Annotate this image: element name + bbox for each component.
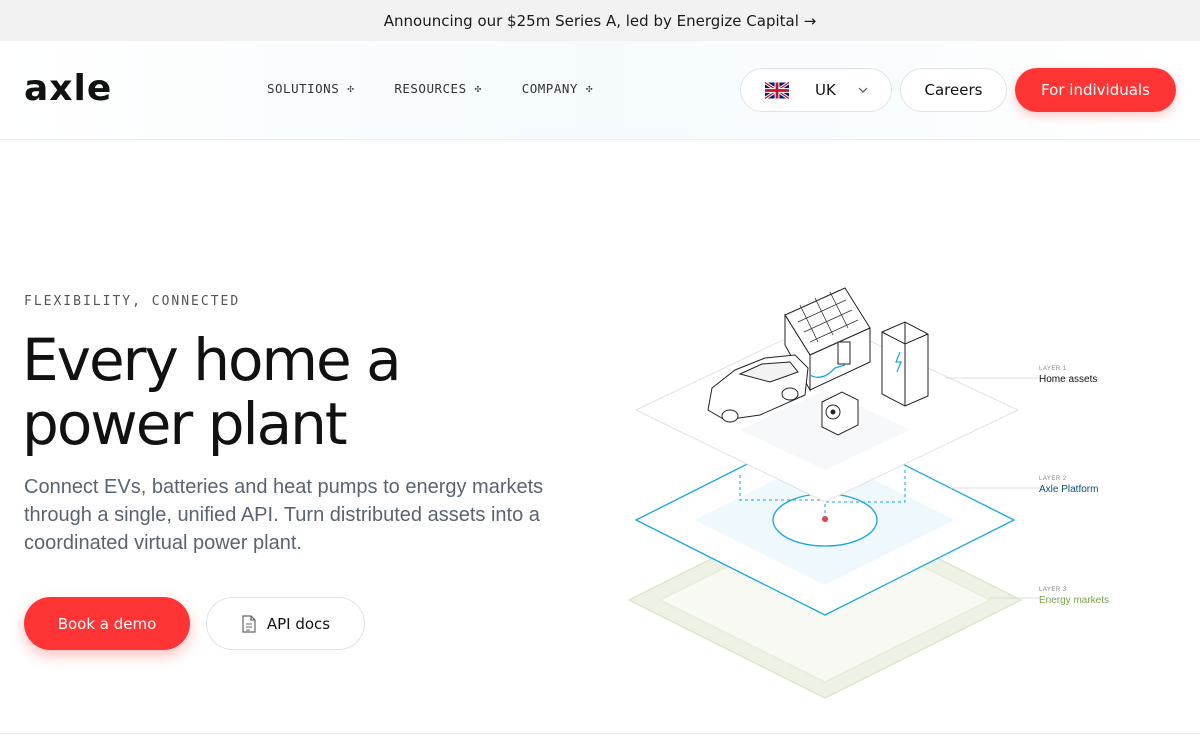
logo[interactable]: axle <box>24 67 112 111</box>
home-assets-layer <box>634 287 1020 503</box>
expand-icon: ✣ <box>347 82 355 95</box>
layer-name: Energy markets <box>1039 595 1110 606</box>
layer-tag: LAYER 1 <box>1039 366 1067 372</box>
country-selector[interactable]: UK <box>740 68 892 112</box>
section-divider <box>0 733 1200 734</box>
announcement-link[interactable]: Announcing our $25m Series A, led by Ene… <box>384 12 816 30</box>
api-docs-label: API docs <box>266 614 331 633</box>
for-individuals-button[interactable]: For individuals <box>1015 68 1176 112</box>
uk-flag-icon <box>765 81 789 99</box>
country-label: UK <box>815 81 836 99</box>
api-docs-button[interactable]: API docs <box>206 597 365 650</box>
layer-label-platform: LAYER 2 Axle Platform <box>1039 476 1098 495</box>
layers-svg <box>627 287 1040 699</box>
layer-name: Axle Platform <box>1039 484 1099 495</box>
main-nav: SOLUTIONS ✣ RESOURCES ✣ COMPANY ✣ <box>267 81 593 96</box>
hero-headline: Every home a power plant <box>22 328 542 456</box>
nav-resources[interactable]: RESOURCES ✣ <box>394 81 481 96</box>
announcement-bar: Announcing our $25m Series A, led by Ene… <box>0 0 1200 41</box>
layer-label-home: LAYER 1 Home assets <box>1039 366 1097 385</box>
nav-resources-label: RESOURCES <box>394 81 467 96</box>
layer-label-markets: LAYER 3 Energy markets <box>1039 587 1109 606</box>
layer-tag: LAYER 3 <box>1039 587 1067 593</box>
expand-icon: ✣ <box>585 82 594 95</box>
headline-line-1: Every home a <box>22 326 402 394</box>
expand-icon: ✣ <box>474 82 482 95</box>
layers-illustration: LAYER 1 Home assets LAYER 2 Axle Platfor… <box>600 270 1200 710</box>
document-icon <box>242 614 256 633</box>
nav-solutions-label: SOLUTIONS <box>267 81 340 96</box>
layer-tag: LAYER 2 <box>1039 476 1067 482</box>
site-header: axle SOLUTIONS ✣ RESOURCES ✣ COMPANY ✣ U… <box>0 41 1200 140</box>
layer-name: Home assets <box>1039 374 1098 385</box>
home-battery-icon <box>881 321 929 407</box>
headline-line-2: power plant <box>22 390 348 458</box>
nav-company-label: COMPANY <box>521 81 578 96</box>
hero-subtext: Connect EVs, batteries and heat pumps to… <box>24 476 544 554</box>
nav-company[interactable]: COMPANY ✣ <box>522 81 593 96</box>
chevron-down-icon <box>858 87 868 93</box>
careers-button[interactable]: Careers <box>900 68 1007 112</box>
book-demo-button[interactable]: Book a demo <box>24 597 190 650</box>
nav-solutions[interactable]: SOLUTIONS ✣ <box>267 81 354 96</box>
hero-eyebrow: FLEXIBILITY, CONNECTED <box>24 294 241 309</box>
